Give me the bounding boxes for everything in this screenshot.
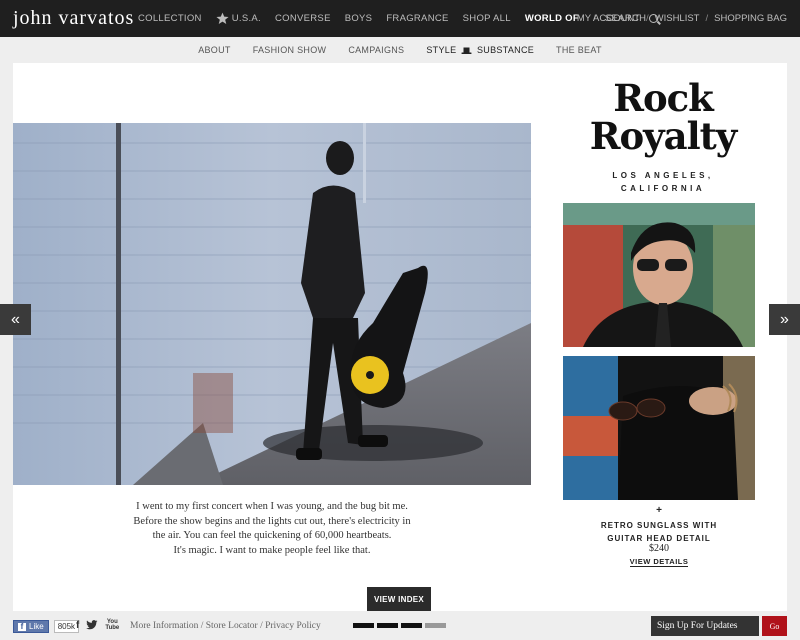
- chevron-left-icon: «: [11, 310, 20, 328]
- signup-email-field[interactable]: Sign Up For Updates: [651, 616, 759, 636]
- pager-dot[interactable]: [401, 623, 422, 628]
- like-label: Like: [29, 622, 44, 631]
- caption-line: the air. You can feel the quickening of …: [152, 530, 392, 541]
- chevron-right-icon: »: [780, 310, 789, 328]
- nav-usa[interactable]: U.S.A.: [216, 12, 261, 25]
- previous-arrow-button[interactable]: «: [0, 304, 31, 335]
- caption-line: It's magic. I want to make people feel l…: [173, 544, 371, 556]
- product-price: $240: [649, 543, 669, 554]
- go-button[interactable]: Go: [762, 616, 787, 636]
- subnav-fashion-show[interactable]: FASHION SHOW: [253, 45, 327, 55]
- slide-pager: [353, 623, 446, 628]
- product-name-line-1: RETRO SUNGLASS WITH: [600, 521, 718, 530]
- footer-link-separator: /: [198, 621, 206, 631]
- star-icon: [216, 12, 229, 24]
- location-line-1: LOS ANGELES,: [612, 171, 714, 180]
- facebook-like-button[interactable]: f Like: [13, 620, 49, 633]
- caption-line: I went to my first concert when I was yo…: [136, 501, 408, 512]
- title-line-2: Royalty: [589, 114, 738, 158]
- nav-fragrance[interactable]: FRAGRANCE: [386, 13, 448, 24]
- subnav-the-beat[interactable]: THE BEAT: [556, 45, 602, 55]
- twitter-icon[interactable]: [86, 620, 98, 630]
- nav-world-of[interactable]: WORLD OF: [525, 13, 579, 24]
- portrait-photo[interactable]: [563, 203, 755, 347]
- youtube-icon[interactable]: You Tube: [105, 619, 119, 631]
- youtube-icon-bottom: Tube: [105, 625, 120, 631]
- sub-navigation: ABOUT FASHION SHOW CAMPAIGNS STYLE SUBST…: [0, 37, 800, 63]
- nav-shop-all[interactable]: SHOP ALL: [463, 13, 511, 24]
- brand-logo[interactable]: john varvatos: [0, 7, 138, 30]
- subnav-style-substance[interactable]: STYLE SUBSTANCE: [426, 45, 534, 55]
- footer-links: More Information / Store Locator / Priva…: [130, 621, 321, 631]
- title-line-1: Rock: [613, 76, 714, 120]
- pager-dot[interactable]: [425, 623, 446, 628]
- wishlist-link[interactable]: WISHLIST: [655, 13, 700, 24]
- store-locator-link[interactable]: Store Locator: [206, 621, 258, 631]
- nav-usa-label: U.S.A.: [231, 13, 261, 25]
- more-information-link[interactable]: More Information: [130, 621, 198, 631]
- portrait-photo-illustration: [563, 203, 755, 347]
- shopping-bag-link[interactable]: SHOPPING BAG: [714, 13, 787, 24]
- top-navigation-bar: john varvatos COLLECTION U.S.A. CONVERSE…: [0, 0, 800, 37]
- facebook-icon[interactable]: f: [76, 620, 79, 631]
- view-details-link[interactable]: VIEW DETAILS: [629, 557, 689, 567]
- nav-boys[interactable]: BOYS: [345, 13, 373, 24]
- story-location: LOS ANGELES, CALIFORNIA: [563, 169, 763, 195]
- subnav-campaigns[interactable]: CAMPAIGNS: [348, 45, 404, 55]
- view-index-button[interactable]: VIEW INDEX: [367, 587, 431, 611]
- facebook-logo-icon: f: [18, 622, 26, 631]
- my-account-link[interactable]: MY ACCOUNT: [577, 13, 640, 24]
- story-title: Rock Royalty: [563, 79, 763, 155]
- top-hat-icon: [461, 47, 472, 54]
- account-separator: /: [705, 13, 709, 24]
- story-caption: I went to my first concert when I was yo…: [13, 500, 531, 558]
- pager-dot[interactable]: [377, 623, 398, 628]
- product-plus: +: [656, 505, 662, 516]
- nav-collection[interactable]: COLLECTION: [138, 13, 202, 24]
- story-panel: I went to my first concert when I was yo…: [13, 63, 787, 611]
- facebook-like: f Like 805k: [13, 620, 80, 633]
- style-label: STYLE: [426, 45, 457, 55]
- hero-photo-illustration: [13, 123, 531, 485]
- privacy-policy-link[interactable]: Privacy Policy: [265, 621, 321, 631]
- location-line-2: CALIFORNIA: [620, 184, 706, 193]
- product-name: RETRO SUNGLASS WITH GUITAR HEAD DETAIL: [563, 519, 755, 545]
- subnav-about[interactable]: ABOUT: [198, 45, 231, 55]
- account-separator: /: [645, 13, 649, 24]
- footer-link-separator: /: [257, 621, 266, 631]
- sunglasses-photo-illustration: [563, 356, 755, 500]
- sunglasses-photo[interactable]: [563, 356, 755, 500]
- caption-line: Before the show begins and the lights cu…: [133, 515, 411, 527]
- substance-label: SUBSTANCE: [477, 45, 535, 55]
- social-icons: f You Tube: [76, 619, 119, 631]
- view-details-wrapper: VIEW DETAILS: [563, 557, 755, 567]
- nav-converse[interactable]: CONVERSE: [275, 13, 331, 24]
- pager-dot[interactable]: [353, 623, 374, 628]
- next-arrow-button[interactable]: »: [769, 304, 800, 335]
- hero-photo: [13, 123, 531, 485]
- account-nav: MY ACCOUNT / WISHLIST / SHOPPING BAG: [577, 0, 787, 37]
